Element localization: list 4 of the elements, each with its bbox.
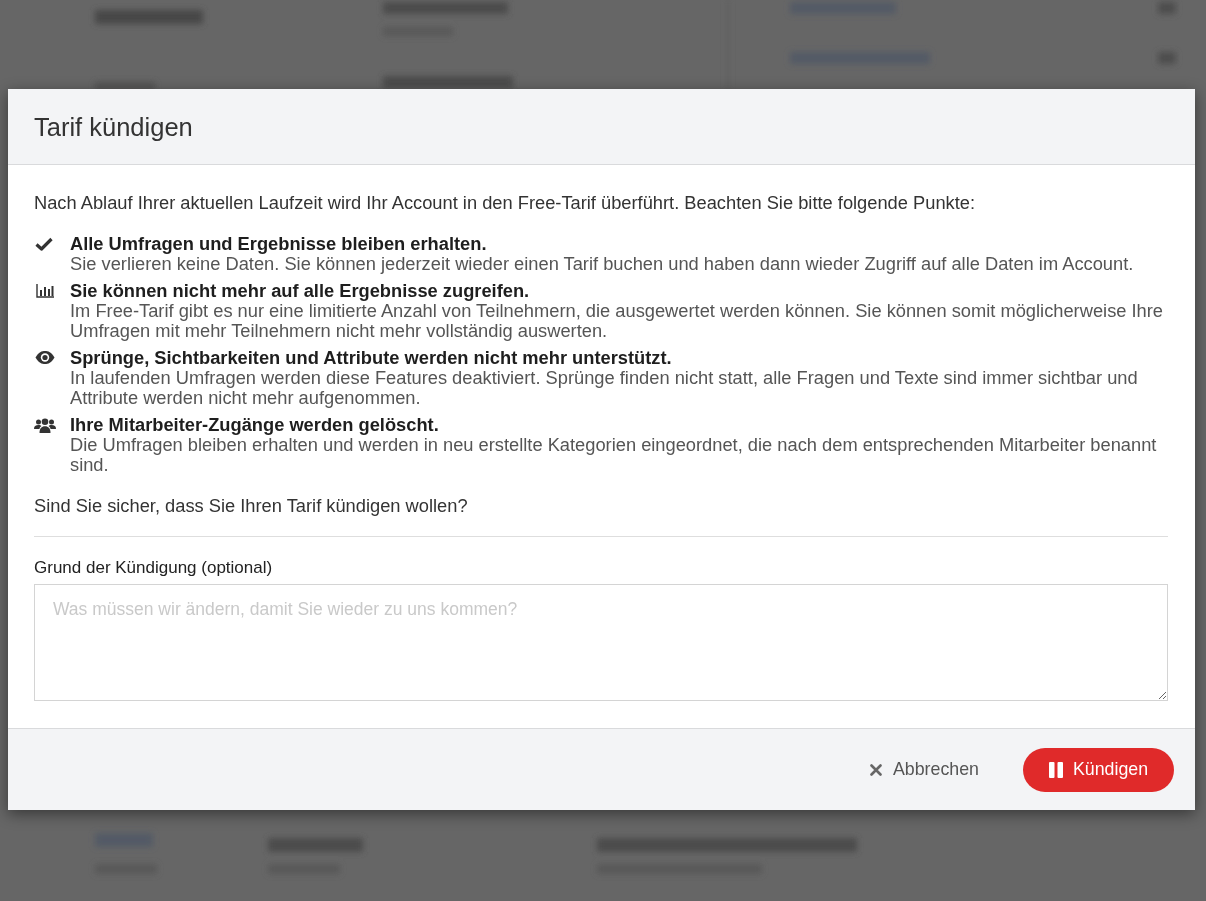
bar-chart-icon bbox=[36, 284, 54, 298]
checkmark-icon bbox=[35, 237, 53, 251]
users-icon bbox=[34, 418, 56, 433]
eye-icon bbox=[35, 351, 55, 364]
